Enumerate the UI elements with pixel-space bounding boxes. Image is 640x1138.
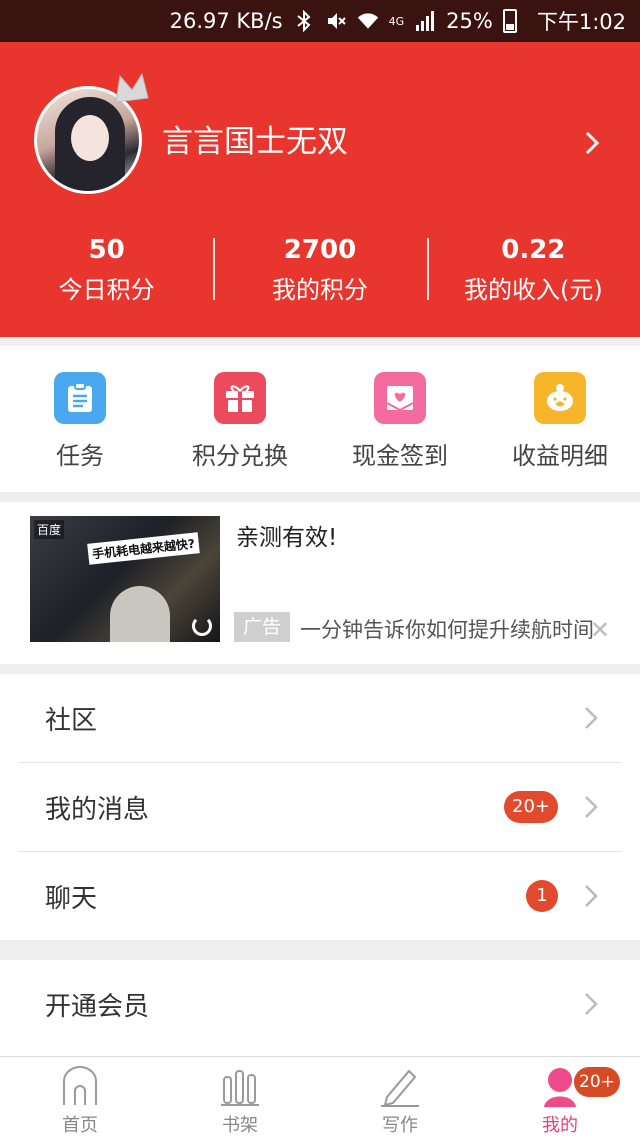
chevron-right-icon <box>585 993 598 1015</box>
tab-label: 我的 <box>542 1115 578 1136</box>
crown-icon <box>115 72 149 103</box>
bottom-tab-bar: 首页 书架 写作 20+ 我的 <box>0 1056 640 1138</box>
menu-group-vip: 开通会员 <box>0 960 640 1056</box>
envelope-heart-icon <box>374 372 426 424</box>
stat-my-points[interactable]: 2700 我的积分 <box>213 232 426 312</box>
stat-value: 50 <box>88 235 125 265</box>
menu-item-chat[interactable]: 聊天 1 <box>18 852 622 941</box>
bookshelf-icon <box>221 1070 259 1106</box>
shortcut-label: 积分兑换 <box>192 442 288 470</box>
menu-item-community[interactable]: 社区 <box>18 674 622 763</box>
battery-icon <box>502 9 517 33</box>
menu-item-vip[interactable]: 开通会员 <box>18 960 622 1049</box>
shortcut-cash-checkin[interactable]: 现金签到 <box>320 346 480 492</box>
stat-today-points[interactable]: 50 今日积分 <box>0 232 213 312</box>
stat-label: 我的积分 <box>271 276 368 304</box>
chevron-right-icon <box>585 707 598 729</box>
ad-banner[interactable]: 百度 手机耗电越来越快? 亲测有效! 广告 一分钟告诉你如何提升续航时间 ✕ <box>0 502 640 664</box>
stat-label: 今日积分 <box>58 276 155 304</box>
ad-logo: 百度 <box>34 520 65 539</box>
shortcut-label: 收益明细 <box>512 442 608 470</box>
profile-header[interactable]: 言言国士无双 50 今日积分 2700 我的积分 0.22 我的收入(元) <box>0 42 640 337</box>
chevron-right-icon <box>585 796 598 818</box>
menu-label: 开通会员 <box>45 992 150 1022</box>
tab-label: 首页 <box>62 1115 98 1136</box>
mute-icon <box>325 10 347 32</box>
chevron-right-icon <box>585 885 598 907</box>
network-type: 4G <box>388 14 405 28</box>
shortcut-income-details[interactable]: 收益明细 <box>480 346 640 492</box>
clock: 下午1:02 <box>536 10 626 34</box>
menu-label: 我的消息 <box>45 795 150 825</box>
signal-icon <box>414 10 436 32</box>
ad-description[interactable]: 一分钟告诉你如何提升续航时间 <box>300 614 594 644</box>
unread-badge: 20+ <box>504 791 558 823</box>
menu-label: 聊天 <box>45 884 98 914</box>
tab-label: 书架 <box>222 1115 258 1136</box>
username[interactable]: 言言国士无双 <box>162 116 348 161</box>
ad-title[interactable]: 亲测有效! <box>236 518 337 552</box>
tab-bookshelf[interactable]: 书架 <box>160 1057 320 1138</box>
ad-image-caption: 手机耗电越来越快? <box>87 532 200 565</box>
stat-label: 我的收入(元) <box>463 276 603 304</box>
shortcut-points-exchange[interactable]: 积分兑换 <box>160 346 320 492</box>
menu-item-messages[interactable]: 我的消息 20+ <box>18 763 622 852</box>
shortcut-grid: 任务 积分兑换 现金签到 收益明细 <box>0 346 640 492</box>
tab-write[interactable]: 写作 <box>320 1057 480 1138</box>
ad-badge: 广告 <box>234 612 290 642</box>
bluetooth-icon <box>293 10 315 32</box>
menu-group-main: 社区 我的消息 20+ 聊天 1 <box>0 674 640 940</box>
home-icon <box>63 1066 97 1105</box>
tab-home[interactable]: 首页 <box>0 1057 160 1138</box>
status-bar: 26.97 KB/s 4G 25% 下午1:02 <box>0 0 640 42</box>
chevron-right-icon[interactable] <box>584 130 600 156</box>
close-icon[interactable]: ✕ <box>590 616 610 644</box>
tab-badge: 20+ <box>574 1067 620 1097</box>
stats-row: 50 今日积分 2700 我的积分 0.22 我的收入(元) <box>0 232 640 312</box>
pencil-icon <box>381 1069 419 1107</box>
gift-icon <box>214 372 266 424</box>
shortcut-tasks[interactable]: 任务 <box>0 346 160 492</box>
stat-value: 0.22 <box>501 235 566 265</box>
network-speed: 26.97 KB/s <box>169 9 283 33</box>
stat-my-income[interactable]: 0.22 我的收入(元) <box>426 232 640 312</box>
unread-badge: 1 <box>526 880 558 912</box>
battery-percent: 25% <box>446 9 493 33</box>
tab-label: 写作 <box>382 1115 418 1136</box>
wifi-icon <box>357 10 379 32</box>
piggy-bank-icon <box>534 372 586 424</box>
menu-label: 社区 <box>45 706 98 736</box>
shortcut-label: 任务 <box>56 442 104 470</box>
stat-value: 2700 <box>283 235 357 265</box>
loading-icon <box>192 616 212 636</box>
clipboard-icon <box>54 372 106 424</box>
tab-mine[interactable]: 20+ 我的 <box>480 1057 640 1138</box>
shortcut-label: 现金签到 <box>352 442 448 470</box>
ad-image[interactable]: 百度 手机耗电越来越快? <box>30 516 220 642</box>
